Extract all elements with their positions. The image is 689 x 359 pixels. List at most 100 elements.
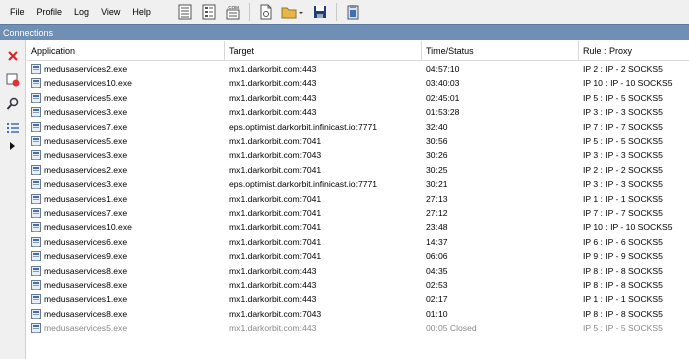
cell-application: medusaservices3.exe — [44, 150, 128, 161]
table-row[interactable]: medusaservices6.exe mx1.darkorbit.com:704… — [27, 235, 689, 249]
save-button[interactable] — [310, 2, 330, 22]
cell-rule-proxy: IP 7 : IP - 7 SOCKS5 — [583, 121, 663, 132]
cell-target: mx1.darkorbit.com:7041 — [229, 251, 322, 262]
cell-target: mx1.darkorbit.com:443 — [229, 64, 317, 74]
table-row[interactable]: medusaservices8.exe mx1.darkorbit.com:443… — [27, 278, 689, 292]
cell-application: medusaservices1.exe — [44, 294, 128, 305]
column-header-rule-proxy[interactable]: Rule : Proxy — [579, 41, 689, 61]
open-profile-button[interactable] — [280, 2, 306, 22]
cell-rule-proxy: IP 2 : IP - 2 SOCKS5 — [583, 64, 663, 74]
application-icon — [31, 136, 41, 146]
application-icon — [31, 164, 41, 175]
table-row[interactable]: medusaservices9.exe mx1.darkorbit.com:704… — [27, 249, 689, 263]
application-icon — [31, 323, 41, 334]
cell-rule-proxy: IP 1 : IP - 1 SOCKS5 — [583, 294, 663, 305]
cell-rule-proxy: IP 5 : IP - 5 SOCKS5 — [583, 92, 663, 103]
rules-list-button[interactable] — [199, 2, 219, 22]
clipboard-icon — [347, 5, 359, 20]
table-row[interactable]: medusaservices5.exe mx1.darkorbit.com:704… — [27, 134, 689, 148]
cell-target: mx1.darkorbit.com:443 — [229, 107, 317, 118]
dns-button[interactable]: .COM — [223, 2, 243, 22]
menu-bar: File Profile Log View Help — [0, 0, 157, 24]
list-button[interactable] — [5, 120, 21, 136]
application-icon — [31, 179, 41, 190]
table-row[interactable]: medusaservices3.exe mx1.darkorbit.com:443… — [27, 105, 689, 119]
cell-target: mx1.darkorbit.com:443 — [229, 323, 317, 334]
cell-target: eps.optimist.darkorbit.infinicast.io:777… — [229, 121, 378, 132]
menu-profile[interactable]: Profile — [31, 0, 69, 24]
cell-application: medusaservices7.exe — [44, 208, 128, 218]
open-folder-icon — [281, 7, 303, 19]
toolbar-separator — [335, 3, 337, 21]
cell-rule-proxy: IP 3 : IP - 3 SOCKS5 — [583, 150, 663, 161]
table-row[interactable]: medusaservices5.exe mx1.darkorbit.com:443… — [27, 91, 689, 105]
table-row[interactable]: medusaservices10.exe mx1.darkorbit.com:70… — [27, 220, 689, 234]
close-connection-icon — [8, 51, 18, 61]
cell-application: medusaservices5.exe — [44, 323, 128, 334]
application-icon — [31, 308, 41, 319]
main-toolbar: .COM — [175, 0, 367, 24]
table-row[interactable]: medusaservices5.exe mx1.darkorbit.com:443… — [27, 321, 689, 335]
cell-time-status: 02:17 — [426, 294, 448, 305]
menu-file[interactable]: File — [4, 0, 31, 24]
cell-time-status: 30:21 — [426, 179, 448, 190]
table-row[interactable]: medusaservices3.exe eps.optimist.darkorbi… — [27, 177, 689, 191]
cell-application: medusaservices10.exe — [44, 78, 132, 89]
cell-rule-proxy: IP 5 : IP - 5 SOCKS5 — [583, 136, 663, 146]
application-icon — [31, 222, 41, 233]
table-row[interactable]: medusaservices7.exe mx1.darkorbit.com:704… — [27, 206, 689, 220]
application-icon — [31, 64, 41, 74]
cell-time-status: 04:35 — [426, 265, 448, 276]
table-row[interactable]: medusaservices2.exe mx1.darkorbit.com:704… — [27, 163, 689, 177]
column-header-application[interactable]: Application — [27, 41, 225, 61]
application-icon — [31, 150, 41, 161]
table-row[interactable]: medusaservices3.exe mx1.darkorbit.com:704… — [27, 148, 689, 162]
table-row[interactable]: medusaservices10.exe mx1.darkorbit.com:44… — [27, 76, 689, 90]
cell-application: medusaservices7.exe — [44, 121, 128, 132]
table-header: Application Target Time/Status Rule : Pr… — [27, 41, 689, 61]
table-row[interactable]: medusaservices1.exe mx1.darkorbit.com:443… — [27, 292, 689, 306]
rules-list-icon — [202, 4, 216, 20]
cell-application: medusaservices8.exe — [44, 308, 128, 319]
cell-time-status: 30:25 — [426, 164, 448, 175]
application-icon — [31, 92, 41, 103]
column-header-target[interactable]: Target — [225, 41, 422, 61]
cell-target: mx1.darkorbit.com:443 — [229, 92, 317, 103]
cell-time-status: 04:57:10 — [426, 64, 460, 74]
application-icon — [31, 121, 41, 132]
cell-application: medusaservices2.exe — [44, 64, 128, 74]
cell-rule-proxy: IP 3 : IP - 3 SOCKS5 — [583, 107, 663, 118]
close-connection-button[interactable] — [5, 48, 21, 64]
left-toolbar — [0, 40, 26, 359]
cell-application: medusaservices3.exe — [44, 179, 128, 190]
table-row[interactable]: medusaservices8.exe mx1.darkorbit.com:443… — [27, 264, 689, 278]
cell-rule-proxy: IP 7 : IP - 7 SOCKS5 — [583, 208, 663, 218]
cell-time-status: 23:48 — [426, 222, 448, 233]
application-icon — [31, 78, 41, 89]
proxies-list-button[interactable] — [175, 2, 195, 22]
cell-rule-proxy: IP 10 : IP - 10 SOCKS5 — [583, 78, 673, 89]
application-icon — [31, 208, 41, 218]
menu-view[interactable]: View — [95, 0, 126, 24]
cell-application: medusaservices5.exe — [44, 92, 128, 103]
application-icon — [31, 265, 41, 276]
expand-button[interactable] — [5, 138, 21, 154]
cell-application: medusaservices2.exe — [44, 164, 128, 175]
cell-target: eps.optimist.darkorbit.infinicast.io:777… — [229, 179, 378, 190]
cell-time-status: 27:12 — [426, 208, 448, 218]
clipboard-button[interactable] — [343, 2, 363, 22]
table-row[interactable]: medusaservices8.exe mx1.darkorbit.com:704… — [27, 307, 689, 321]
new-profile-button[interactable] — [256, 2, 276, 22]
table-row[interactable]: medusaservices7.exe eps.optimist.darkorbi… — [27, 120, 689, 134]
menu-help[interactable]: Help — [126, 0, 157, 24]
table-row[interactable]: medusaservices2.exe mx1.darkorbit.com:443… — [27, 62, 689, 76]
column-header-time-status[interactable]: Time/Status — [422, 41, 579, 61]
cell-target: mx1.darkorbit.com:443 — [229, 265, 317, 276]
svg-text:.COM: .COM — [227, 5, 239, 10]
cell-rule-proxy: IP 5 : IP - 5 SOCKS5 — [583, 323, 663, 334]
cell-rule-proxy: IP 10 : IP - 10 SOCKS5 — [583, 222, 673, 233]
table-row[interactable]: medusaservices1.exe mx1.darkorbit.com:704… — [27, 192, 689, 206]
menu-log[interactable]: Log — [68, 0, 95, 24]
search-button[interactable] — [5, 96, 21, 112]
block-button[interactable] — [5, 72, 21, 88]
